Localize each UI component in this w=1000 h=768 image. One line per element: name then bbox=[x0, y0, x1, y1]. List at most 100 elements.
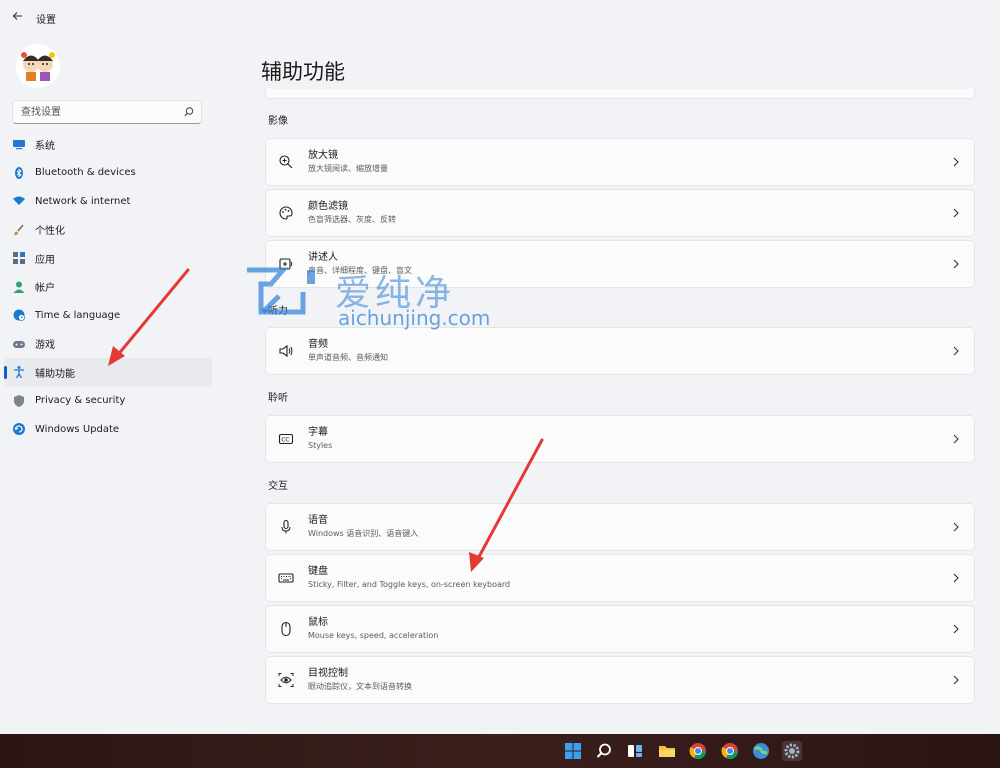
card-speech[interactable]: 语音 Windows 语音识别、语音键入 bbox=[265, 503, 975, 551]
chevron-right-icon bbox=[946, 517, 966, 537]
brush-icon bbox=[12, 223, 26, 237]
gamepad-icon bbox=[12, 337, 26, 351]
sidebar-item-system[interactable]: 系统 bbox=[4, 130, 212, 159]
card-subtitle: Styles bbox=[308, 441, 333, 450]
chevron-right-icon bbox=[946, 203, 966, 223]
main-content: 辅助功能 影像 放大镜 放大镜阅读、缩放增量 颜色滤镜 色盲筛选器、灰度、反转 … bbox=[250, 34, 990, 734]
sidebar-item-label: Privacy & security bbox=[35, 395, 126, 407]
start-icon[interactable] bbox=[563, 741, 583, 761]
sidebar-nav: 系统 Bluetooth & devices Network & interne… bbox=[4, 130, 212, 444]
task-view-icon[interactable] bbox=[625, 741, 645, 761]
sidebar-item-time-language[interactable]: Time & language bbox=[4, 301, 212, 330]
sidebar-item-bluetooth[interactable]: Bluetooth & devices bbox=[4, 159, 212, 188]
watermark: 爱纯净 aichunjing.com bbox=[243, 262, 503, 332]
card-title: 放大镜 bbox=[308, 150, 338, 161]
chevron-right-icon bbox=[946, 152, 966, 172]
chevron-right-icon bbox=[946, 341, 966, 361]
mouse-icon bbox=[277, 620, 295, 638]
search-icon[interactable] bbox=[594, 741, 614, 761]
microphone-icon bbox=[277, 518, 295, 536]
card-subtitle: Sticky, Filter, and Toggle keys, on-scre… bbox=[308, 580, 511, 589]
title-bar: 设置 bbox=[0, 0, 1000, 34]
settings-icon[interactable] bbox=[782, 741, 802, 761]
chevron-right-icon bbox=[946, 254, 966, 274]
chevron-right-icon bbox=[946, 619, 966, 639]
sidebar-item-personalization[interactable]: 个性化 bbox=[4, 216, 212, 245]
card-mouse[interactable]: 鼠标 Mouse keys, speed, acceleration bbox=[265, 605, 975, 653]
search-icon[interactable] bbox=[183, 106, 195, 118]
svg-text:CC: CC bbox=[281, 437, 289, 444]
card-subtitle: 色盲筛选器、灰度、反转 bbox=[308, 215, 396, 224]
sidebar-item-label: 个性化 bbox=[35, 226, 65, 238]
keyboard-icon bbox=[277, 569, 295, 587]
avatar[interactable] bbox=[16, 44, 60, 88]
accessibility-icon bbox=[12, 365, 26, 379]
card-title: 字幕 bbox=[308, 427, 328, 438]
window-title: 设置 bbox=[36, 15, 56, 26]
account-icon bbox=[12, 280, 26, 294]
sidebar-item-label: Time & language bbox=[35, 309, 121, 321]
card-title: 语音 bbox=[308, 515, 328, 526]
card-title: 音频 bbox=[308, 339, 328, 350]
taskbar bbox=[0, 734, 1000, 768]
card-subtitle: Windows 语音识别、语音键入 bbox=[308, 529, 419, 538]
card-magnifier[interactable]: 放大镜 放大镜阅读、缩放增量 bbox=[265, 138, 975, 186]
magnifier-icon bbox=[277, 153, 295, 171]
browser-icon[interactable] bbox=[751, 741, 771, 761]
sidebar-item-label: 帐户 bbox=[35, 283, 55, 295]
card-captions[interactable]: CC 字幕 Styles bbox=[265, 415, 975, 463]
speaker-icon bbox=[277, 342, 295, 360]
chevron-right-icon bbox=[946, 429, 966, 449]
sidebar-item-apps[interactable]: 应用 bbox=[4, 244, 212, 273]
sidebar-item-label: 应用 bbox=[35, 254, 55, 266]
chevron-right-icon bbox=[946, 670, 966, 690]
sidebar-item-label: 辅助功能 bbox=[35, 368, 75, 380]
sidebar-item-accounts[interactable]: 帐户 bbox=[4, 273, 212, 302]
apps-icon bbox=[12, 251, 26, 265]
section-header-interaction: 交互 bbox=[268, 481, 288, 492]
chrome-icon[interactable] bbox=[720, 741, 740, 761]
card-subtitle: 眼动追踪仪，文本到语音转换 bbox=[308, 682, 412, 691]
sidebar-item-network[interactable]: Network & internet bbox=[4, 187, 212, 216]
shield-icon bbox=[12, 394, 26, 408]
globe-clock-icon bbox=[12, 308, 26, 322]
sidebar-item-label: 游戏 bbox=[35, 340, 55, 352]
card-eye-control[interactable]: 目视控制 眼动追踪仪，文本到语音转换 bbox=[265, 656, 975, 704]
card-color-filters[interactable]: 颜色滤镜 色盲筛选器、灰度、反转 bbox=[265, 189, 975, 237]
search-input[interactable] bbox=[13, 101, 173, 123]
card-audio[interactable]: 音频 单声道音频、音频通知 bbox=[265, 327, 975, 375]
card-title: 键盘 bbox=[308, 566, 328, 577]
section-header-vision: 影像 bbox=[268, 116, 288, 127]
sidebar-item-label: Bluetooth & devices bbox=[35, 167, 136, 179]
card-subtitle: Mouse keys, speed, acceleration bbox=[308, 631, 439, 640]
sidebar-item-windows-update[interactable]: Windows Update bbox=[4, 415, 212, 444]
file-explorer-icon[interactable] bbox=[657, 741, 677, 761]
sidebar-item-gaming[interactable]: 游戏 bbox=[4, 330, 212, 359]
update-icon bbox=[12, 422, 26, 436]
sidebar-item-privacy[interactable]: Privacy & security bbox=[4, 387, 212, 416]
card-title: 目视控制 bbox=[308, 668, 348, 679]
card-title: 颜色滤镜 bbox=[308, 201, 348, 212]
sidebar-item-accessibility[interactable]: 辅助功能 bbox=[4, 358, 212, 387]
card-title: 鼠标 bbox=[308, 617, 328, 628]
sidebar-item-label: 系统 bbox=[35, 140, 55, 152]
card-subtitle: 单声道音频、音频通知 bbox=[308, 353, 388, 362]
watermark-logo-icon bbox=[247, 267, 315, 315]
chrome-icon[interactable] bbox=[688, 741, 708, 761]
eye-control-icon bbox=[277, 671, 295, 689]
back-arrow-icon[interactable] bbox=[10, 10, 26, 26]
monitor-icon bbox=[12, 137, 26, 151]
sidebar-item-label: Network & internet bbox=[35, 195, 131, 207]
sidebar: 系统 Bluetooth & devices Network & interne… bbox=[0, 34, 220, 734]
search-field[interactable] bbox=[12, 100, 202, 124]
captions-icon: CC bbox=[277, 430, 295, 448]
card-keyboard[interactable]: 键盘 Sticky, Filter, and Toggle keys, on-s… bbox=[265, 554, 975, 602]
card-subtitle: 放大镜阅读、缩放增量 bbox=[308, 164, 388, 173]
card-stub bbox=[265, 89, 975, 99]
wifi-icon bbox=[12, 194, 26, 208]
sidebar-item-label: Windows Update bbox=[35, 423, 120, 435]
watermark-text-en: aichunjing.com bbox=[338, 306, 491, 330]
chevron-right-icon bbox=[946, 568, 966, 588]
palette-icon bbox=[277, 204, 295, 222]
page-title: 辅助功能 bbox=[261, 60, 345, 84]
